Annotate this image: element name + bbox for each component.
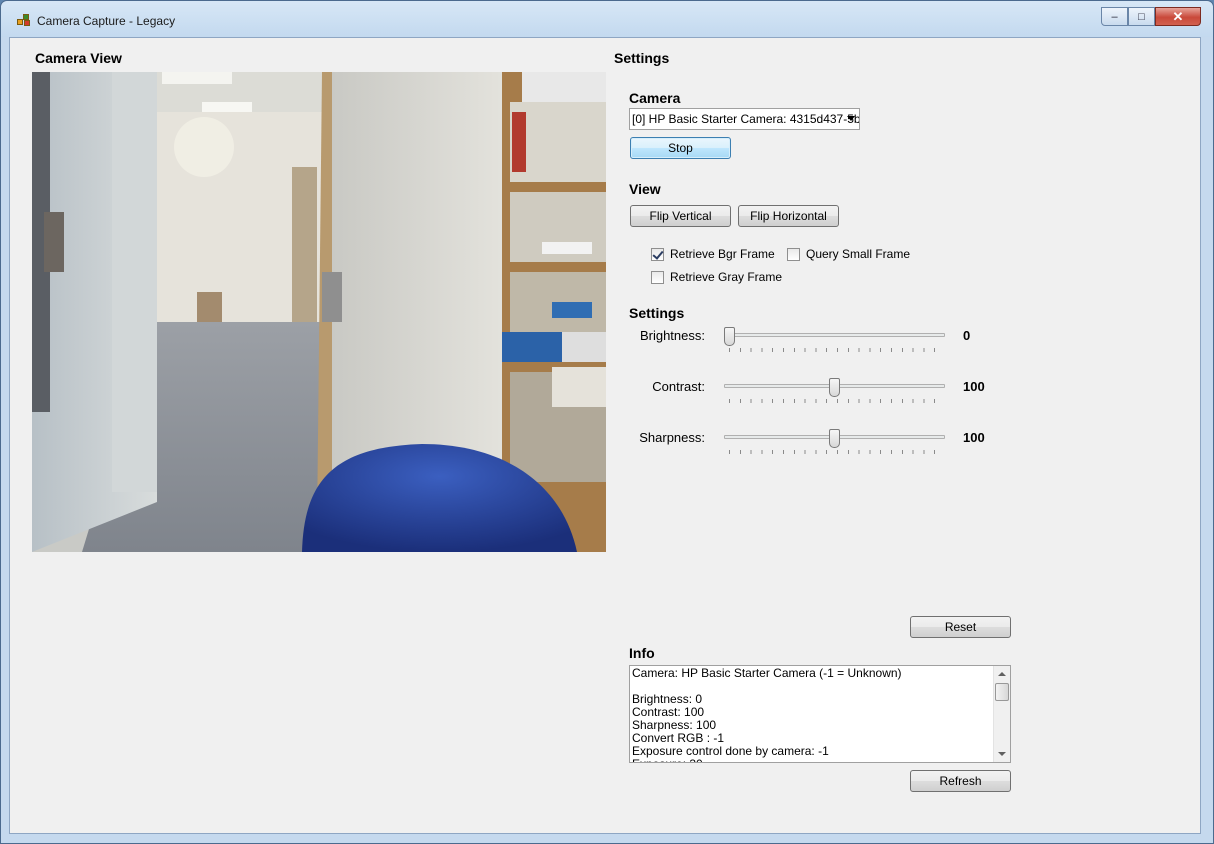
- reset-button[interactable]: Reset: [910, 616, 1011, 638]
- camera-feed: [32, 72, 606, 552]
- query-small-checkbox[interactable]: Query Small Frame: [787, 247, 910, 261]
- chevron-down-icon: [847, 116, 855, 121]
- camera-group-title: Camera: [629, 90, 681, 106]
- contrast-label: Contrast:: [652, 379, 705, 394]
- info-textbox[interactable]: Camera: HP Basic Starter Camera (-1 = Un…: [629, 665, 1011, 763]
- checkbox-unchecked-icon: [651, 270, 664, 284]
- info-lines: Camera: HP Basic Starter Camera (-1 = Un…: [632, 667, 992, 763]
- scroll-thumb[interactable]: [995, 683, 1009, 701]
- query-small-label: Query Small Frame: [806, 247, 911, 261]
- refresh-button[interactable]: Refresh: [910, 770, 1011, 792]
- info-line: Camera: HP Basic Starter Camera (-1 = Un…: [632, 666, 902, 680]
- client-area: Camera View Settings Camera [0] HP Basic…: [9, 37, 1201, 834]
- scroll-down-icon[interactable]: [998, 752, 1006, 756]
- app-icon: [17, 14, 31, 27]
- close-icon: ✕: [1172, 8, 1184, 24]
- contrast-value: 100: [963, 379, 985, 394]
- contrast-slider-thumb[interactable]: [829, 378, 840, 397]
- sharpness-value: 100: [963, 430, 985, 445]
- brightness-slider-track: [724, 333, 945, 337]
- title-bar[interactable]: Camera Capture - Legacy – □ ✕: [1, 1, 1213, 37]
- brightness-slider-thumb[interactable]: [724, 327, 735, 346]
- camera-feed-image: [32, 72, 606, 552]
- flip-horizontal-button[interactable]: Flip Horizontal: [738, 205, 839, 227]
- retrieve-bgr-checkbox[interactable]: Retrieve Bgr Frame: [651, 247, 775, 261]
- view-group-title: View: [629, 181, 661, 197]
- close-button[interactable]: ✕: [1155, 7, 1201, 26]
- settings-panel-title: Settings: [614, 50, 670, 66]
- info-line: Exposure: 30: [632, 758, 992, 763]
- retrieve-gray-checkbox[interactable]: Retrieve Gray Frame: [651, 270, 782, 284]
- stop-button[interactable]: Stop: [630, 137, 731, 159]
- caption-buttons: – □ ✕: [1101, 7, 1201, 27]
- brightness-value: 0: [963, 328, 971, 343]
- settings-group-title: Settings: [629, 305, 685, 321]
- flip-vertical-button[interactable]: Flip Vertical: [630, 205, 731, 227]
- contrast-slider-ticks: [729, 399, 943, 403]
- maximize-button[interactable]: □: [1128, 7, 1155, 26]
- brightness-label: Brightness:: [639, 328, 705, 343]
- minimize-icon: –: [1111, 10, 1118, 23]
- retrieve-gray-label: Retrieve Gray Frame: [670, 270, 783, 284]
- app-window: Camera Capture - Legacy – □ ✕ Camera Vie…: [0, 0, 1214, 844]
- camera-view-title: Camera View: [35, 50, 122, 66]
- sharpness-label: Sharpness:: [639, 430, 705, 445]
- info-scrollbar[interactable]: [993, 666, 1010, 762]
- checkbox-checked-icon: [651, 247, 664, 261]
- checkbox-unchecked-icon: [787, 247, 800, 261]
- camera-select-value: [0] HP Basic Starter Camera: 4315d437-5b…: [632, 112, 860, 126]
- info-group-title: Info: [629, 645, 655, 661]
- sharpness-slider-thumb[interactable]: [829, 429, 840, 448]
- window-title: Camera Capture - Legacy: [37, 14, 176, 28]
- sharpness-slider-ticks: [729, 450, 943, 454]
- retrieve-bgr-label: Retrieve Bgr Frame: [670, 247, 775, 261]
- minimize-button[interactable]: –: [1101, 7, 1128, 26]
- scroll-up-icon[interactable]: [998, 672, 1006, 676]
- camera-select[interactable]: [0] HP Basic Starter Camera: 4315d437-5b…: [629, 108, 860, 130]
- brightness-slider-ticks: [729, 348, 943, 352]
- maximize-icon: □: [1138, 10, 1145, 23]
